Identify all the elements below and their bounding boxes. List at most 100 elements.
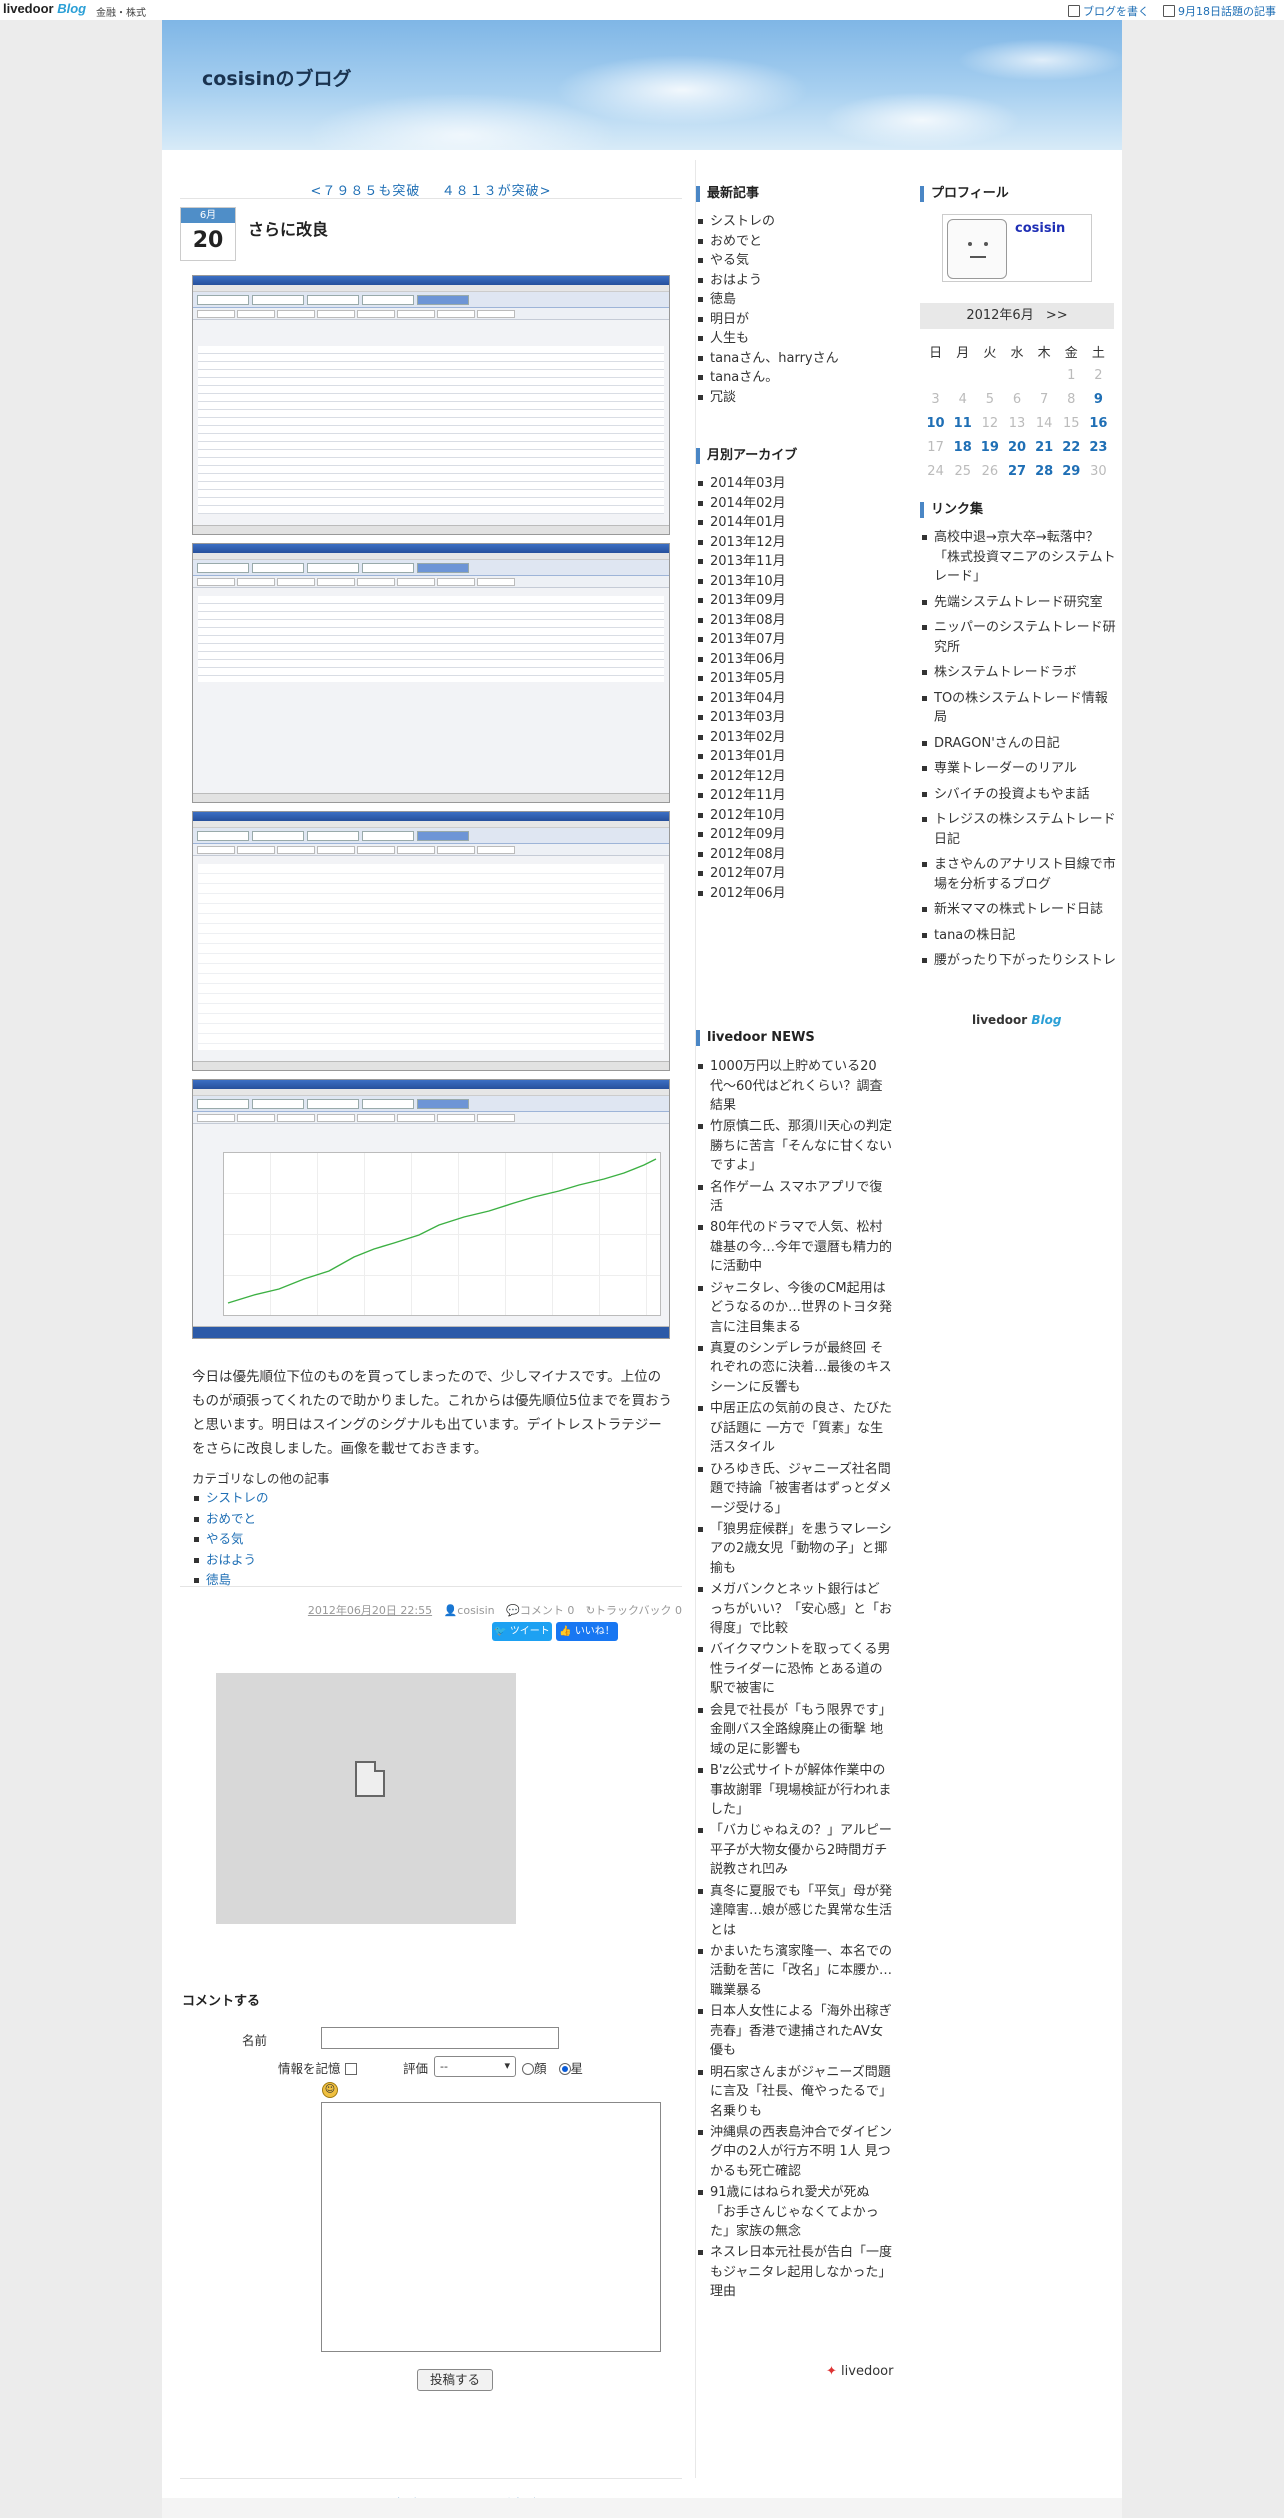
- recent-post-link[interactable]: シストレの: [710, 214, 775, 229]
- news-article-link[interactable]: 中居正広の気前の良さ、たびたび話題に 一方で「質素」な生活スタイル: [710, 1401, 892, 1455]
- blogroll-link[interactable]: 新米ママの株式トレード日誌: [934, 902, 1103, 917]
- blogroll-link[interactable]: シバイチの投資よもやま話: [934, 787, 1090, 802]
- blogroll-link[interactable]: DRAGON'さんの日記: [934, 736, 1060, 751]
- archive-month-link[interactable]: 2013年03月: [710, 710, 786, 725]
- other-post-link[interactable]: 徳島: [206, 1572, 231, 1587]
- post-image-3[interactable]: [192, 811, 670, 1071]
- archive-month-link[interactable]: 2014年02月: [710, 496, 786, 511]
- category-label[interactable]: 金融・株式: [96, 4, 146, 19]
- comment-textarea[interactable]: [321, 2102, 661, 2352]
- blogroll-link[interactable]: tanaの株日記: [934, 928, 1015, 943]
- post-author-link[interactable]: cosisin: [457, 1604, 494, 1617]
- recent-post-link[interactable]: 冗談: [710, 390, 736, 405]
- blogroll-link[interactable]: 腰がったり下がったりシストレ: [934, 953, 1116, 968]
- calendar-day[interactable]: 21: [1031, 435, 1058, 459]
- post-title[interactable]: さらに改良: [248, 216, 328, 240]
- submit-button[interactable]: 投稿する: [417, 2369, 493, 2391]
- calendar-day[interactable]: 28: [1031, 459, 1058, 483]
- archive-month-link[interactable]: 2013年07月: [710, 632, 786, 647]
- news-article-link[interactable]: 「狼男症候群」を患うマレーシアの2歳女児「動物の子」と揶揄も: [710, 1522, 892, 1576]
- archive-month-link[interactable]: 2013年12月: [710, 535, 786, 550]
- news-article-link[interactable]: 真冬に夏服でも「平気」母が発達障害…娘が感じた異常な生活とは: [710, 1884, 892, 1938]
- post-image-4[interactable]: [192, 1079, 670, 1339]
- archive-month-link[interactable]: 2014年01月: [710, 515, 786, 530]
- calendar-day[interactable]: 20: [1003, 435, 1030, 459]
- news-article-link[interactable]: かまいたち濱家隆一、本名での活動を苦に「改名」に本腰か…職業暴る: [710, 1944, 892, 1998]
- archive-month-link[interactable]: 2013年02月: [710, 730, 786, 745]
- livedoor-blog-badge[interactable]: livedoor Blog: [972, 1013, 1061, 1027]
- profile-name[interactable]: cosisin: [1015, 221, 1065, 236]
- blogroll-link[interactable]: ニッパーのシステムトレード研究所: [934, 620, 1116, 655]
- recent-post-link[interactable]: 人生も: [710, 331, 749, 346]
- recent-post-link[interactable]: 明日が: [710, 312, 749, 327]
- face-radio[interactable]: [522, 2063, 534, 2075]
- name-input[interactable]: [321, 2027, 559, 2049]
- news-article-link[interactable]: 1000万円以上貯めている20代〜60代はどれくらい？調査結果: [710, 1059, 883, 1113]
- tweet-button[interactable]: 🐦 ツイート: [492, 1622, 552, 1641]
- calendar-day[interactable]: 29: [1058, 459, 1085, 483]
- archive-month-link[interactable]: 2012年06月: [710, 886, 786, 901]
- calendar-day[interactable]: 11: [949, 411, 976, 435]
- news-article-link[interactable]: 明石家さんまがジャニーズ問題に言及「社長、俺やったるで」名乗りも: [710, 2065, 892, 2119]
- calendar-day[interactable]: 27: [1003, 459, 1030, 483]
- post-trackbacks-link[interactable]: トラックバック 0: [595, 1604, 682, 1617]
- prev-post-link[interactable]: <７９８５も突破: [311, 184, 421, 199]
- news-article-link[interactable]: ひろゆき氏、ジャニーズ社名問題で持論「被害者はずっとダメージ受ける」: [710, 1462, 892, 1516]
- calendar-day[interactable]: 18: [949, 435, 976, 459]
- remember-checkbox[interactable]: [344, 2063, 357, 2075]
- recent-post-link[interactable]: tanaさん。: [710, 370, 778, 385]
- news-article-link[interactable]: 91歳にはねられ愛犬が死ぬ「お手さんじゃなくてよかった」家族の無念: [710, 2185, 879, 2239]
- calendar-next-link[interactable]: >>: [1046, 308, 1068, 323]
- write-blog-link[interactable]: ブログを書く: [1068, 3, 1149, 19]
- recent-post-link[interactable]: やる気: [710, 253, 749, 268]
- like-button[interactable]: 👍 いいね！ 0: [556, 1622, 618, 1656]
- other-post-link[interactable]: おはよう: [206, 1552, 256, 1567]
- archive-month-link[interactable]: 2013年10月: [710, 574, 786, 589]
- calendar-day[interactable]: 19: [976, 435, 1003, 459]
- other-post-link[interactable]: やる気: [206, 1531, 244, 1546]
- blogroll-link[interactable]: 高校中退→京大卒→転落中？「株式投資マニアのシステムトレード」: [934, 530, 1116, 584]
- recent-post-link[interactable]: おはよう: [710, 273, 762, 288]
- news-article-link[interactable]: 真夏のシンデレラが最終回 それぞれの恋に決着…最後のキスシーンに反響も: [710, 1341, 892, 1395]
- archive-month-link[interactable]: 2013年06月: [710, 652, 786, 667]
- news-article-link[interactable]: 会見で社長が「もう限界です」金剛バス全路線廃止の衝撃 地域の足に影響も: [710, 1703, 892, 1757]
- blogroll-link[interactable]: 株システムトレードラボ: [934, 665, 1077, 680]
- archive-month-link[interactable]: 2012年11月: [710, 788, 786, 803]
- news-article-link[interactable]: B'z公式サイトが解体作業中の事故謝罪「現場検証が行われました」: [710, 1763, 891, 1817]
- other-post-link[interactable]: おめでと: [206, 1511, 256, 1526]
- post-image-2[interactable]: [192, 543, 670, 803]
- blogroll-link[interactable]: 専業トレーダーのリアル: [934, 761, 1077, 776]
- blog-title[interactable]: cosisinのブログ: [202, 64, 352, 91]
- blogroll-link[interactable]: まさやんのアナリスト目線で市場を分析するブログ: [934, 857, 1116, 892]
- avatar[interactable]: [947, 219, 1007, 279]
- news-article-link[interactable]: ネスレ日本元社長が告白「一度もジャニタレ起用しなかった」理由: [710, 2245, 892, 2299]
- archive-month-link[interactable]: 2013年04月: [710, 691, 786, 706]
- calendar-day[interactable]: 23: [1085, 435, 1112, 459]
- archive-month-link[interactable]: 2014年03月: [710, 476, 786, 491]
- news-article-link[interactable]: 日本人女性による「海外出稼ぎ売春」香港で逮捕されたAV女優も: [710, 2004, 892, 2058]
- calendar-day[interactable]: 16: [1085, 411, 1112, 435]
- blogroll-link[interactable]: TOの株システムトレード情報局: [934, 691, 1108, 726]
- news-article-link[interactable]: 沖縄県の西表島沖合でダイビング中の2人が行方不明 1人 見つかるも死亡確認: [710, 2125, 892, 2179]
- livedoor-blog-logo[interactable]: livedoor Blog: [3, 1, 86, 16]
- news-article-link[interactable]: 名作ゲーム スマホアプリで復活: [710, 1180, 882, 1215]
- archive-month-link[interactable]: 2013年05月: [710, 671, 786, 686]
- archive-month-link[interactable]: 2013年09月: [710, 593, 786, 608]
- news-footer-link[interactable]: ✦ livedoor: [826, 2364, 893, 2379]
- post-comments-link[interactable]: コメント 0: [520, 1604, 575, 1617]
- emoji-icon[interactable]: ☺: [322, 2082, 338, 2098]
- news-article-link[interactable]: メガバンクとネット銀行はどっちがいい？「安心感」と「お得度」で比較: [710, 1582, 892, 1636]
- trending-link[interactable]: 9月18日話題の記事: [1163, 3, 1276, 19]
- archive-month-link[interactable]: 2012年07月: [710, 866, 786, 881]
- next-post-link[interactable]: ４８１３が突破>: [442, 184, 552, 199]
- archive-month-link[interactable]: 2013年11月: [710, 554, 786, 569]
- other-post-link[interactable]: シストレの: [206, 1490, 269, 1505]
- news-article-link[interactable]: ジャニタレ、今後のCM起用はどうなるのか…世界のトヨタ発言に注目集まる: [710, 1281, 892, 1335]
- recent-post-link[interactable]: tanaさん、harryさん: [710, 351, 839, 366]
- archive-month-link[interactable]: 2012年10月: [710, 808, 786, 823]
- archive-month-link[interactable]: 2013年08月: [710, 613, 786, 628]
- news-article-link[interactable]: 竹原慎二氏、那須川天心の判定勝ちに苦言「そんなに甘くないですよ」: [710, 1119, 892, 1173]
- archive-month-link[interactable]: 2013年01月: [710, 749, 786, 764]
- news-article-link[interactable]: 80年代のドラマで人気、松村雄基の今…今年で還暦も精力的に活動中: [710, 1220, 892, 1274]
- blogroll-link[interactable]: トレジスの株システムトレード日記: [934, 812, 1116, 847]
